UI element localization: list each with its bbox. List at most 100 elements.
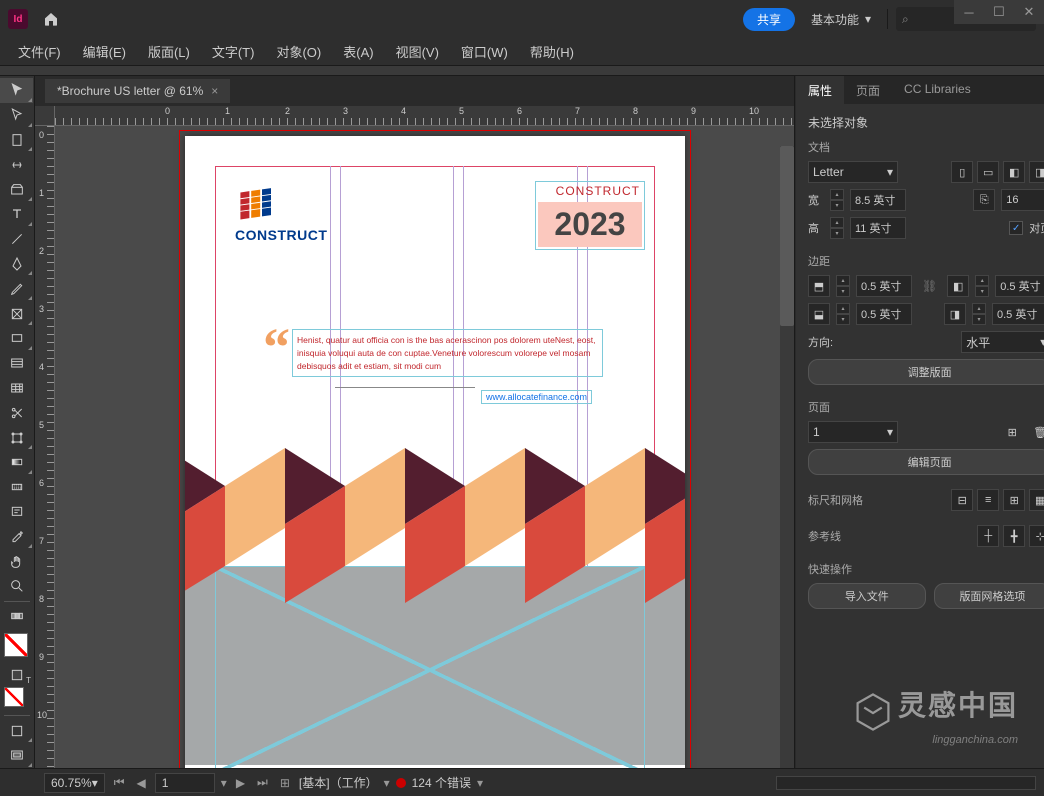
workspace-selector[interactable]: 基本功能▾	[803, 11, 879, 28]
rectangle-frame-tool[interactable]	[0, 301, 33, 326]
year-block[interactable]: CONSTRUCT 2023	[535, 181, 645, 250]
new-page-icon[interactable]: ⊞	[1001, 421, 1023, 443]
binding-rtl-icon[interactable]: ◨	[1029, 161, 1044, 183]
zoom-field[interactable]: 60.75% ▾	[44, 773, 105, 793]
ruler-horizontal[interactable]: 012345678910	[55, 106, 794, 126]
layer-label[interactable]: [基本]（工作）	[299, 774, 378, 791]
page-tool[interactable]	[0, 128, 33, 153]
guides-lock-icon[interactable]: ╋	[1003, 525, 1025, 547]
fill-stroke-swatch[interactable]	[4, 633, 30, 659]
orientation-portrait-icon[interactable]: ▯	[951, 161, 973, 183]
grid-options-button[interactable]: 版面网格选项	[934, 583, 1044, 609]
orientation-landscape-icon[interactable]: ▭	[977, 161, 999, 183]
facing-pages-checkbox[interactable]: ✓	[1009, 221, 1023, 235]
view-mode-preview[interactable]	[0, 743, 33, 768]
view-mode-normal[interactable]	[0, 718, 33, 743]
table-tool-2[interactable]	[0, 376, 33, 401]
line-tool[interactable]	[0, 227, 33, 252]
last-page-icon[interactable]: ⏭	[254, 775, 271, 790]
tab-cc-libraries[interactable]: CC Libraries	[892, 76, 983, 104]
ruler-vertical[interactable]: 01234567891011	[35, 126, 55, 768]
margin-left-input[interactable]	[995, 275, 1044, 297]
geometric-band[interactable]	[185, 448, 685, 580]
edit-pages-button[interactable]: 编辑页面	[808, 449, 1044, 475]
pages-count-input[interactable]	[1001, 189, 1044, 211]
scissors-tool[interactable]	[0, 400, 33, 425]
pen-tool[interactable]	[0, 252, 33, 277]
doc-grid-icon[interactable]: ⊞	[1003, 489, 1025, 511]
delete-page-icon[interactable]: 🗑	[1029, 421, 1044, 443]
error-count-label[interactable]: 124 个错误	[412, 774, 471, 791]
smart-guides-icon[interactable]: ⊹	[1029, 525, 1044, 547]
page-number-select[interactable]: 1▾	[808, 421, 898, 443]
hand-tool[interactable]	[0, 549, 33, 574]
minimize-button[interactable]: ─	[954, 0, 984, 24]
home-button[interactable]	[36, 7, 66, 31]
color-theme-tool[interactable]	[0, 604, 33, 629]
link-margins-icon[interactable]: ⛓	[922, 279, 937, 293]
url-text[interactable]: www.allocatefinance.com	[481, 390, 592, 404]
import-file-button[interactable]: 导入文件	[808, 583, 926, 609]
width-down[interactable]: ▾	[830, 200, 844, 211]
width-input[interactable]	[850, 189, 906, 211]
statusbar-scrollbar-h[interactable]	[776, 776, 1036, 790]
tab-pages[interactable]: 页面	[844, 76, 892, 104]
margin-right-input[interactable]	[992, 303, 1044, 325]
page-field[interactable]: 1	[155, 773, 215, 793]
menu-file[interactable]: 文件(F)	[8, 39, 71, 64]
menu-help[interactable]: 帮助(H)	[520, 39, 584, 64]
content-collector-tool[interactable]	[0, 177, 33, 202]
share-button[interactable]: 共享	[743, 8, 795, 31]
quote-block[interactable]: “ Henist, quatur aut officia con is the …	[263, 329, 603, 377]
height-down[interactable]: ▾	[830, 228, 844, 239]
prev-page-icon[interactable]: ◀	[134, 776, 149, 790]
zoom-tool[interactable]	[0, 574, 33, 599]
gradient-swatch-tool[interactable]	[0, 450, 33, 475]
menu-layout[interactable]: 版面(L)	[138, 39, 200, 64]
type-tool[interactable]	[0, 202, 33, 227]
baseline-grid-icon[interactable]: ≡	[977, 489, 999, 511]
menu-table[interactable]: 表(A)	[333, 39, 383, 64]
close-button[interactable]: ✕	[1014, 0, 1044, 24]
apply-none-swatch[interactable]	[4, 687, 30, 709]
tab-properties[interactable]: 属性	[796, 76, 844, 104]
document-tab[interactable]: *Brochure US letter @ 61% ×	[45, 79, 230, 103]
layout-grid-icon[interactable]: ▦	[1029, 489, 1044, 511]
direct-selection-tool[interactable]	[0, 103, 33, 128]
menu-view[interactable]: 视图(V)	[386, 39, 449, 64]
selection-tool[interactable]	[0, 78, 33, 103]
width-up[interactable]: ▴	[830, 189, 844, 200]
height-up[interactable]: ▴	[830, 217, 844, 228]
guides-show-icon[interactable]: ┼	[977, 525, 999, 547]
spread-view-icon[interactable]: ⊞	[277, 776, 293, 790]
rulers-toggle-icon[interactable]: ⊟	[951, 489, 973, 511]
orientation-select[interactable]: 水平▾	[961, 331, 1044, 353]
rectangle-tool[interactable]	[0, 326, 33, 351]
eyedropper-tool[interactable]	[0, 524, 33, 549]
binding-ltr-icon[interactable]: ◧	[1003, 161, 1025, 183]
maximize-button[interactable]: ☐	[984, 0, 1014, 24]
ruler-origin[interactable]	[35, 106, 55, 126]
gradient-feather-tool[interactable]	[0, 475, 33, 500]
menu-object[interactable]: 对象(O)	[266, 39, 331, 64]
close-tab-icon[interactable]: ×	[211, 84, 218, 98]
note-tool[interactable]	[0, 500, 33, 525]
first-page-icon[interactable]: ⏮	[111, 775, 128, 790]
free-transform-tool[interactable]	[0, 425, 33, 450]
canvas-scrollbar-vertical[interactable]	[780, 146, 794, 768]
adjust-layout-button[interactable]: 调整版面	[808, 359, 1044, 385]
margin-top-input[interactable]	[856, 275, 912, 297]
gap-tool[interactable]	[0, 152, 33, 177]
menu-type[interactable]: 文字(T)	[202, 39, 265, 64]
margin-bottom-input[interactable]	[856, 303, 912, 325]
logo-block[interactable]: CONSTRUCT	[235, 186, 355, 243]
table-tool-1[interactable]	[0, 351, 33, 376]
page-preset-select[interactable]: Letter▾	[808, 161, 898, 183]
canvas[interactable]: CONSTRUCT CONSTRUCT 2023 “ Henist, quatu…	[55, 126, 794, 768]
next-page-icon[interactable]: ▶	[233, 776, 248, 790]
format-container-icon[interactable]: T	[0, 663, 33, 688]
menu-window[interactable]: 窗口(W)	[451, 39, 518, 64]
error-indicator-icon[interactable]	[396, 778, 406, 788]
menu-edit[interactable]: 编辑(E)	[73, 39, 136, 64]
height-input[interactable]	[850, 217, 906, 239]
